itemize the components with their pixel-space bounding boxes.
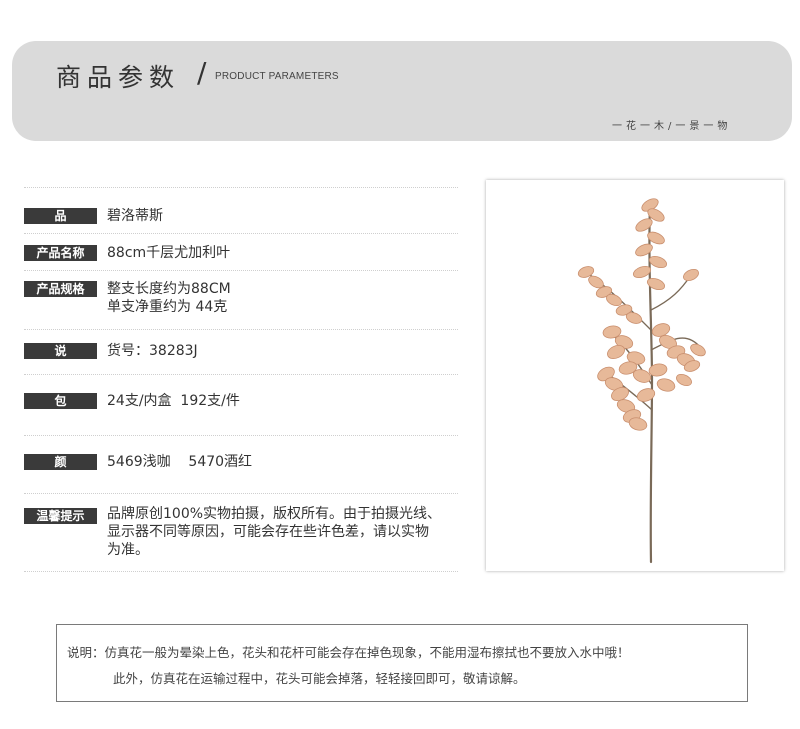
- page-subtitle: PRODUCT PARAMETERS: [215, 71, 339, 82]
- dotted-divider: [24, 435, 458, 436]
- leaf: [648, 255, 668, 269]
- leaf: [656, 378, 676, 392]
- care-note-line: 说明：仿真花一般为晕染上色，花头和花杆可能会存在掉色现象，不能用湿布擦拭也不要放…: [67, 645, 630, 660]
- spec-value: 整支长度约为88CM 单支净重约为 44克: [107, 281, 231, 315]
- spec-label: 品 牌: [24, 208, 97, 239]
- leaf: [676, 373, 692, 387]
- leaf: [635, 243, 653, 257]
- spec-label: 颜 色: [24, 454, 97, 485]
- page-title: 商品参数: [56, 63, 181, 92]
- dotted-divider: [24, 233, 458, 234]
- spec-value: 碧洛蒂斯: [107, 208, 163, 224]
- spec-value: 88cm千层尤加利叶: [107, 245, 231, 261]
- spec-value: 货号：38283J: [107, 343, 198, 359]
- dotted-divider: [24, 374, 458, 375]
- leaf: [635, 218, 653, 232]
- brand-motto: 一花一木/一景一物: [612, 121, 732, 132]
- leaf: [683, 268, 699, 282]
- dotted-divider: [24, 187, 458, 188]
- eucalyptus-stem-illustration: [577, 198, 706, 564]
- dotted-divider: [24, 571, 458, 572]
- spec-label: 温馨提示: [24, 508, 97, 524]
- spec-label: 包 装: [24, 393, 97, 424]
- leaf: [636, 388, 656, 402]
- spec-label: 产品规格: [24, 281, 97, 297]
- spec-value: 5469浅咖 5470酒红: [107, 454, 253, 470]
- spec-label: 说 明: [24, 343, 97, 374]
- dotted-divider: [24, 270, 458, 271]
- spec-value: 24支/内盒 192支/件: [107, 393, 240, 409]
- spec-label: 产品名称: [24, 245, 97, 261]
- care-note-line: 此外，仿真花在运输过程中，花头可能会掉落，轻轻接回即可，敬请谅解。: [113, 671, 526, 686]
- product-photo: [486, 180, 784, 571]
- spec-value: 品牌原创100%实物拍摄，版权所有。由于拍摄光线、 显示器不同等原因，可能会存在…: [107, 506, 442, 558]
- title-divider: /: [197, 56, 207, 89]
- dotted-divider: [24, 329, 458, 330]
- care-note-box: 说明：仿真花一般为晕染上色，花头和花杆可能会存在掉色现象，不能用湿布擦拭也不要放…: [56, 624, 748, 702]
- dotted-divider: [24, 493, 458, 494]
